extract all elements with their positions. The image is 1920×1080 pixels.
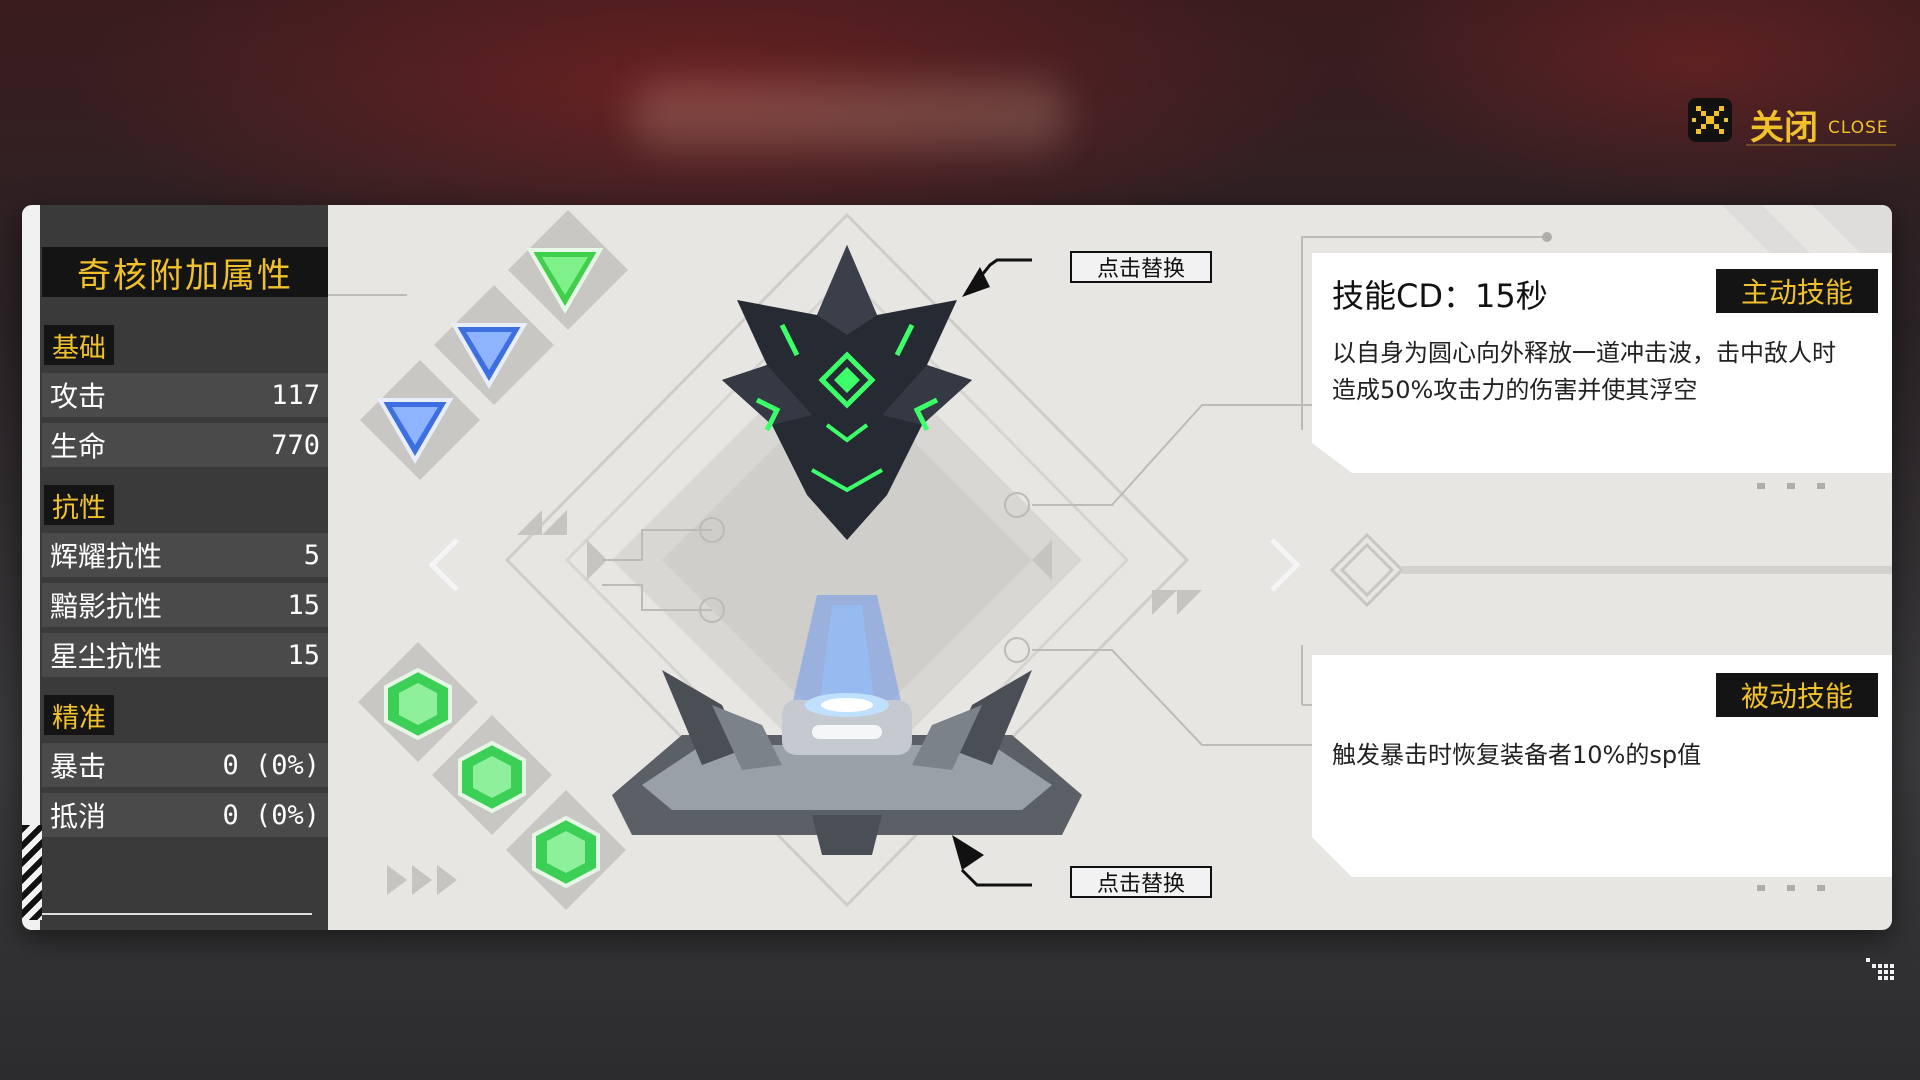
passive-skill-tag: 被动技能 <box>1716 673 1878 717</box>
green-hexagon-gem-icon[interactable] <box>458 740 526 814</box>
stat-label: 星尘抗性 <box>50 640 163 673</box>
core-detail-panel: 奇核附加属性 基础 攻击 117 生命 770 抗性 辉耀抗性 5 黯影抗性 1… <box>22 205 1892 930</box>
skill-cd-text: 技能CD：15秒 <box>1332 277 1548 315</box>
green-hexagon-gem-icon[interactable] <box>384 667 452 741</box>
stat-value: 15 <box>287 639 320 671</box>
stat-row-attack: 攻击 117 <box>42 373 328 417</box>
stat-label: 辉耀抗性 <box>50 540 163 573</box>
stats-divider <box>42 913 312 915</box>
passive-skill-desc: 触发暴击时恢复装备者10%的sp值 <box>1332 741 1702 769</box>
stat-value: 0 (0%) <box>222 799 320 831</box>
active-skill-desc-line: 造成50%攻击力的伤害并使其浮空 <box>1332 376 1698 404</box>
active-skill-desc: 以自身为圆心向外释放一道冲击波，击中敌人时 造成50%攻击力的伤害并使其浮空 <box>1332 335 1888 409</box>
stat-row-hp: 生命 770 <box>42 423 328 467</box>
grid-menu-icon[interactable] <box>1866 958 1896 982</box>
stat-label: 抵消 <box>50 800 107 833</box>
stat-value: 770 <box>271 429 320 461</box>
green-hexagon-gem-icon[interactable] <box>532 815 600 889</box>
background-glow <box>630 80 1070 150</box>
stats-column: 奇核附加属性 基础 攻击 117 生命 770 抗性 辉耀抗性 5 黯影抗性 1… <box>22 205 328 930</box>
stat-label: 生命 <box>50 430 107 463</box>
core-pedestal-icon <box>612 670 1082 855</box>
stat-row-radiance-resist: 辉耀抗性 5 <box>42 533 328 577</box>
stat-row-crit: 暴击 0 (0%) <box>42 743 328 787</box>
section-resist: 抗性 <box>44 485 114 525</box>
section-basic: 基础 <box>44 325 114 365</box>
active-skill-box: 技能CD：15秒 主动技能 以自身为圆心向外释放一道冲击波，击中敌人时 造成50… <box>1312 253 1892 473</box>
stat-value: 15 <box>287 589 320 621</box>
close-label: 关闭 <box>1750 108 1818 148</box>
hatch-decoration <box>22 825 42 920</box>
close-underline <box>1746 144 1896 146</box>
stat-row-shadow-resist: 黯影抗性 15 <box>42 583 328 627</box>
stats-title: 奇核附加属性 <box>42 247 328 297</box>
stat-row-stardust-resist: 星尘抗性 15 <box>42 633 328 677</box>
stat-value: 117 <box>271 379 320 411</box>
close-button[interactable]: 关闭 CLOSE <box>1688 96 1900 150</box>
stats-edge-stripe <box>22 205 40 930</box>
close-sub-label: CLOSE <box>1828 118 1889 138</box>
replace-core-callout-bottom[interactable]: 点击替换 <box>1070 866 1212 898</box>
stat-label: 暴击 <box>50 750 107 783</box>
stat-label: 黯影抗性 <box>50 590 163 623</box>
close-x-icon <box>1688 98 1732 142</box>
section-precision: 精准 <box>44 695 114 735</box>
stat-label: 攻击 <box>50 380 107 413</box>
stat-row-offset: 抵消 0 (0%) <box>42 793 328 837</box>
replace-core-callout-top[interactable]: 点击替换 <box>1070 251 1212 283</box>
active-skill-tag: 主动技能 <box>1716 269 1878 313</box>
stat-value: 0 (0%) <box>222 749 320 781</box>
stat-value: 5 <box>303 539 320 571</box>
passive-skill-box: 被动技能 触发暴击时恢复装备者10%的sp值 <box>1312 655 1892 877</box>
active-skill-desc-line: 以自身为圆心向外释放一道冲击波，击中敌人时 <box>1332 339 1836 367</box>
